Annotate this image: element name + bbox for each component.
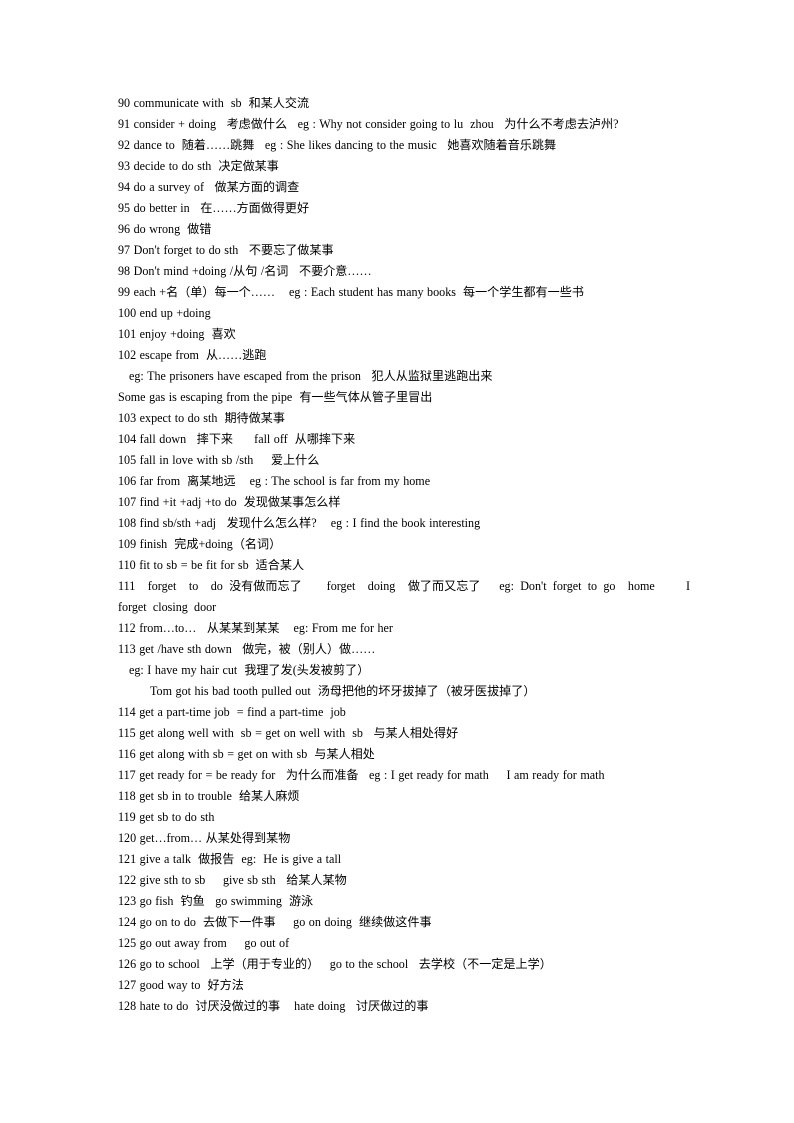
- phrase-line: 92 dance to 随着……跳舞 eg : She likes dancin…: [118, 138, 557, 152]
- phrase-line: 104 fall down 摔下来 fall off 从哪摔下来: [118, 432, 356, 446]
- phrase-line: 100 end up +doing: [118, 306, 211, 320]
- phrase-line: 97 Don't forget to do sth 不要忘了做某事: [118, 243, 334, 257]
- phrase-line: 107 find +it +adj +to do 发现做某事怎么样: [118, 495, 341, 509]
- phrase-list: 90 communicate with sb 和某人交流 91 consider …: [118, 93, 690, 1017]
- phrase-line: 101 enjoy +doing 喜欢: [118, 327, 236, 341]
- phrase-line: 115 get along well with sb = get on well…: [118, 726, 459, 740]
- phrase-line: 112 from…to… 从某某到某某 eg: From me for her: [118, 621, 393, 635]
- phrase-line: 94 do a survey of 做某方面的调查: [118, 180, 300, 194]
- phrase-line: 109 finish 完成+doing（名词）: [118, 537, 282, 551]
- phrase-line: 96 do wrong 做错: [118, 222, 212, 236]
- phrase-line: 121 give a talk 做报告 eg: He is give a tal…: [118, 852, 342, 866]
- phrase-line: 122 give sth to sb give sb sth 给某人某物: [118, 873, 347, 887]
- phrase-line: 126 go to school 上学（用于专业的） go to the sch…: [118, 957, 552, 971]
- phrase-line: 113 get /have sth down 做完，被（别人）做……: [118, 642, 376, 656]
- phrase-line: 98 Don't mind +doing /从句 /名词 不要介意……: [118, 264, 372, 278]
- phrase-line: 116 get along with sb = get on with sb 与…: [118, 747, 375, 761]
- phrase-line: Some gas is escaping from the pipe 有一些气体…: [118, 390, 433, 404]
- phrase-line: 93 decide to do sth 决定做某事: [118, 159, 279, 173]
- phrase-line: 120 get…from… 从某处得到某物: [118, 831, 291, 845]
- phrase-line: 124 go on to do 去做下一件事 go on doing 继续做这件…: [118, 915, 432, 929]
- phrase-line: 108 find sb/sth +adj 发现什么怎么样? eg : I fin…: [118, 516, 481, 530]
- phrase-line: 95 do better in 在……方面做得更好: [118, 201, 310, 215]
- phrase-line: 125 go out away from go out of: [118, 936, 290, 950]
- phrase-line: 114 get a part-time job = find a part-ti…: [118, 705, 346, 719]
- phrase-line: eg: I have my hair cut 我理了发(头发被剪了）: [129, 663, 370, 677]
- phrase-line: 90 communicate with sb 和某人交流: [118, 96, 310, 110]
- phrase-line: 105 fall in love with sb /sth 爱上什么: [118, 453, 320, 467]
- document-page: 90 communicate with sb 和某人交流 91 consider …: [0, 0, 794, 1123]
- phrase-line: 102 escape from 从……逃跑: [118, 348, 267, 362]
- phrase-line: 103 expect to do sth 期待做某事: [118, 411, 285, 425]
- phrase-line: 110 fit to sb = be fit for sb 适合某人: [118, 558, 305, 572]
- phrase-line: 119 get sb to do sth: [118, 810, 215, 824]
- phrase-line: 128 hate to do 讨厌没做过的事 hate doing 讨厌做过的事: [118, 999, 429, 1013]
- phrase-line: eg: The prisoners have escaped from the …: [129, 369, 493, 383]
- phrase-line: 117 get ready for = be ready for 为什么而准备 …: [118, 768, 605, 782]
- phrase-line: 99 each +名（单）每一个…… eg : Each student has…: [118, 285, 584, 299]
- phrase-line: 111 forget to do 没有做而忘了 forget doing 做了而…: [118, 579, 703, 614]
- phrase-line: Tom got his bad tooth pulled out 汤母把他的坏牙…: [150, 684, 536, 698]
- phrase-line: 123 go fish 钓鱼 go swimming 游泳: [118, 894, 314, 908]
- phrase-line: 118 get sb in to trouble 给某人麻烦: [118, 789, 300, 803]
- phrase-line: 106 far from 离某地远 eg : The school is far…: [118, 474, 431, 488]
- phrase-line: 127 good way to 好方法: [118, 978, 244, 992]
- phrase-line: 91 consider + doing 考虑做什么 eg : Why not c…: [118, 117, 619, 131]
